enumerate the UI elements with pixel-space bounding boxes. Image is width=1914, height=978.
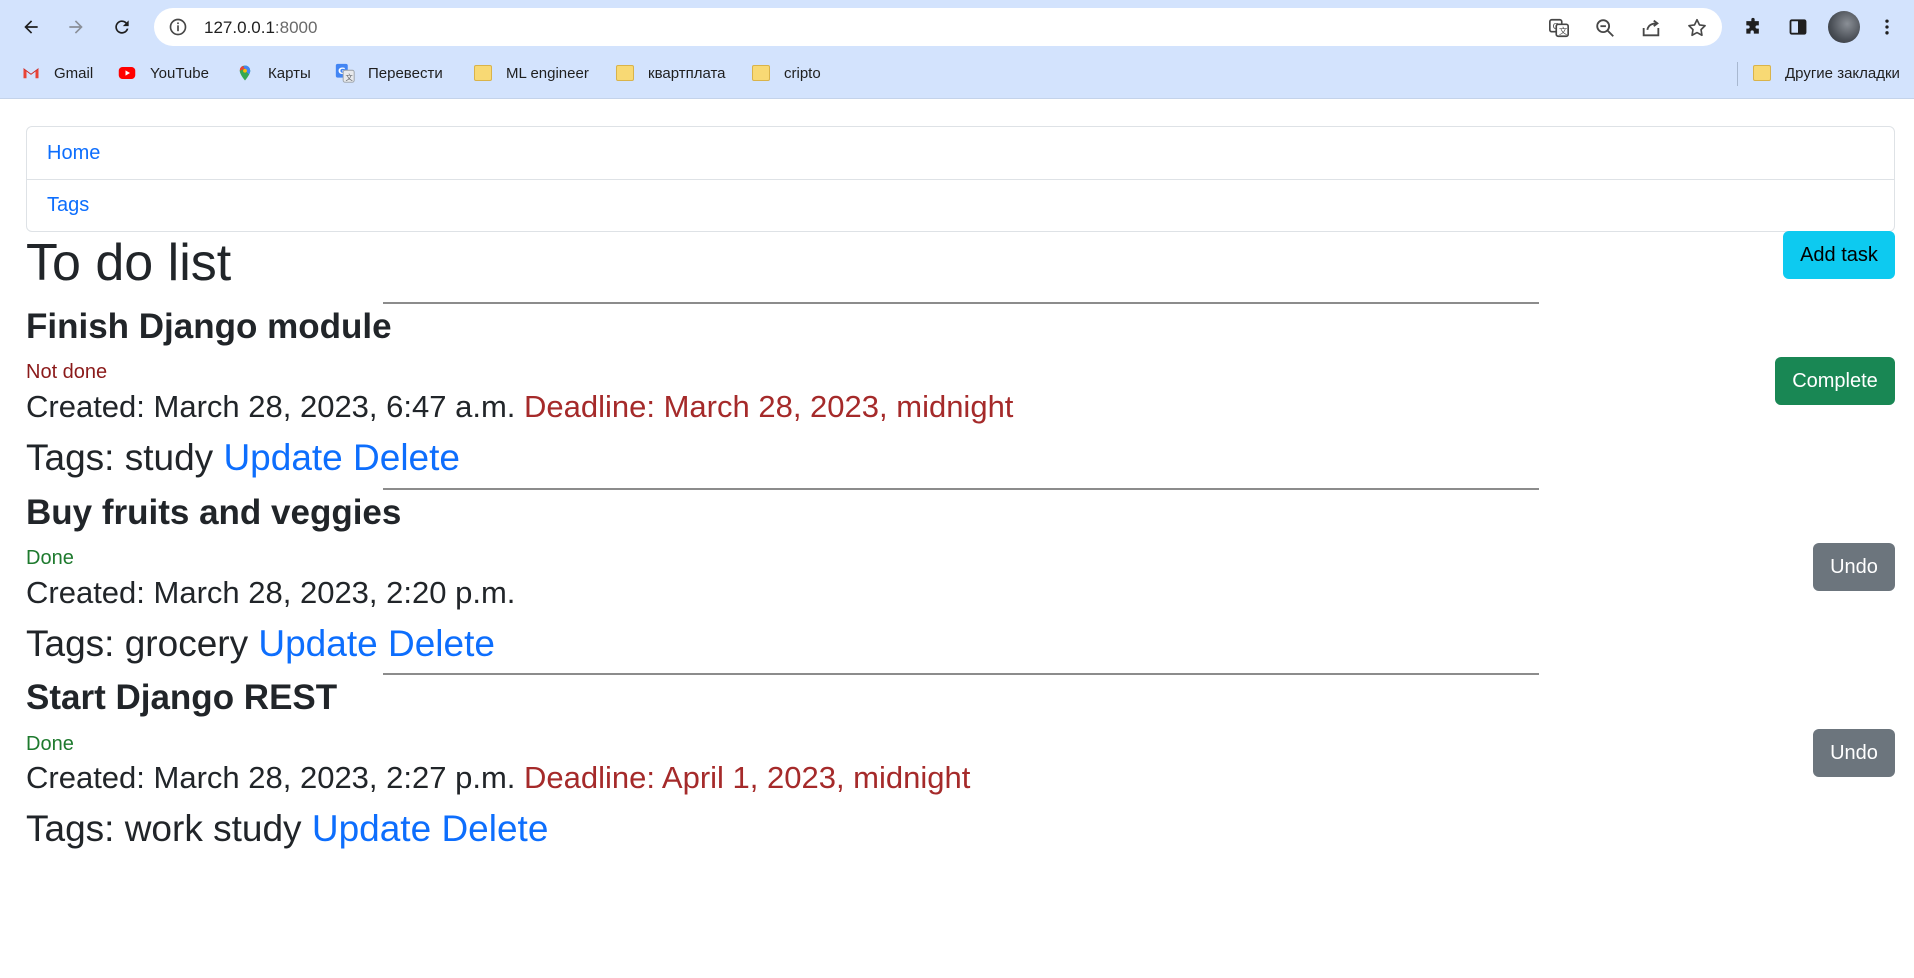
side-panel-icon [1789,19,1807,35]
bookmark-label: квартплата [648,64,726,82]
profile-avatar[interactable] [1828,11,1860,43]
task-tags: Tags: study [26,437,214,478]
bookmarks-separator [1737,62,1738,86]
delete-link[interactable]: Delete [441,808,548,849]
bookmark-label: ML engineer [506,64,589,82]
folder-icon [1751,62,1773,84]
puzzle-icon [1746,17,1759,34]
divider [383,302,1539,304]
bookmark-cripto[interactable]: cripto [750,62,821,84]
folder-icon [750,62,772,84]
arrow-left-icon [24,20,38,34]
reload-icon [115,20,129,34]
task-tags-row: Tags: work study Update Delete [26,807,548,851]
undo-button[interactable]: Undo [1813,543,1895,591]
url-text[interactable]: 127.0.0.1:8000 [204,18,317,37]
bookmark-star-icon[interactable] [1686,17,1708,39]
address-bar[interactable]: 127.0.0.1:8000 G文 [154,8,1722,46]
nav-home-link[interactable]: Home [47,142,100,165]
task-tags: Tags: grocery [26,623,249,664]
bookmark-label: Gmail [54,64,94,82]
task-status: Not done [26,361,108,383]
task-tags: Tags: work study [26,808,302,849]
divider [383,488,1539,490]
undo-button[interactable]: Undo [1813,729,1895,777]
nav-tags-link[interactable]: Tags [47,194,89,217]
task-dates: Created: March 28, 2023, 6:47 a.m. Deadl… [26,388,1013,426]
bookmark-other[interactable]: Другие закладки [1751,62,1900,84]
back-button[interactable] [13,9,49,45]
complete-button[interactable]: Complete [1775,357,1895,405]
task-created: Created: March 28, 2023, 2:20 p.m. [26,575,516,610]
bookmark-kvartplata[interactable]: квартплата [614,62,726,84]
task-tags-row: Tags: grocery Update Delete [26,622,495,666]
bookmark-label: cripto [784,64,821,82]
update-link[interactable]: Update [223,437,342,478]
zoom-out-icon[interactable] [1594,17,1616,39]
task-deadline: Deadline: March 28, 2023, midnight [524,389,1014,424]
task-title: Finish Django module [26,307,392,346]
extensions-button[interactable] [1735,9,1771,45]
update-link[interactable]: Update [312,808,431,849]
bookmark-ml-engineer[interactable]: ML engineer [472,62,589,84]
task-status: Done [26,733,74,755]
task-title: Start Django REST [26,678,338,717]
bookmark-label: YouTube [150,64,209,82]
bookmark-youtube[interactable]: YouTube [116,62,209,84]
url-port: :8000 [274,18,318,37]
share-icon[interactable] [1640,17,1662,39]
youtube-icon [116,62,138,84]
info-icon[interactable] [168,17,188,37]
task-tags-row: Tags: study Update Delete [26,436,460,480]
bookmark-label: Перевести [368,64,443,82]
task-title: Buy fruits and veggies [26,493,402,532]
side-panel-button[interactable] [1780,9,1816,45]
browser-toolbar: 127.0.0.1:8000 G文 [0,0,1914,54]
url-host: 127.0.0.1 [204,18,275,37]
task-status: Done [26,547,74,569]
kebab-menu-icon [1885,19,1889,35]
nav-item-home[interactable]: Home [27,127,1894,179]
task-created: Created: March 28, 2023, 2:27 p.m. [26,760,516,795]
page-title: To do list [26,234,232,292]
add-task-button[interactable]: Add task [1783,231,1895,279]
reload-button[interactable] [104,9,140,45]
bookmark-translate[interactable]: G文 Перевести [334,62,443,84]
task-deadline: Deadline: April 1, 2023, midnight [524,760,971,795]
arrow-right-icon [69,20,83,34]
task-created: Created: March 28, 2023, 6:47 a.m. [26,389,516,424]
bookmark-label: Другие закладки [1785,64,1900,82]
translate-icon: G文 [334,62,356,84]
bookmark-maps[interactable]: Карты [234,62,311,84]
delete-link[interactable]: Delete [388,623,495,664]
folder-icon [472,62,494,84]
svg-text:文: 文 [1559,26,1567,36]
bookmarks-bar: Gmail YouTube Карты G文 Перевести ML engi… [0,58,1914,88]
svg-text:文: 文 [345,73,353,82]
delete-link[interactable]: Delete [353,437,460,478]
nav-item-tags[interactable]: Tags [27,179,1894,231]
browser-chrome: 127.0.0.1:8000 G文 [0,0,1914,99]
folder-icon [614,62,636,84]
divider [383,673,1539,675]
maps-icon [234,62,256,84]
forward-button[interactable] [58,9,94,45]
update-link[interactable]: Update [258,623,377,664]
task-dates: Created: March 28, 2023, 2:20 p.m. [26,574,515,612]
bookmark-gmail[interactable]: Gmail [20,62,93,84]
task-dates: Created: March 28, 2023, 2:27 p.m. Deadl… [26,759,970,797]
menu-button[interactable] [1872,9,1902,45]
bookmark-label: Карты [268,64,311,82]
nav-list: Home Tags [26,126,1895,232]
translate-page-icon[interactable]: G文 [1548,17,1570,39]
gmail-icon [20,62,42,84]
